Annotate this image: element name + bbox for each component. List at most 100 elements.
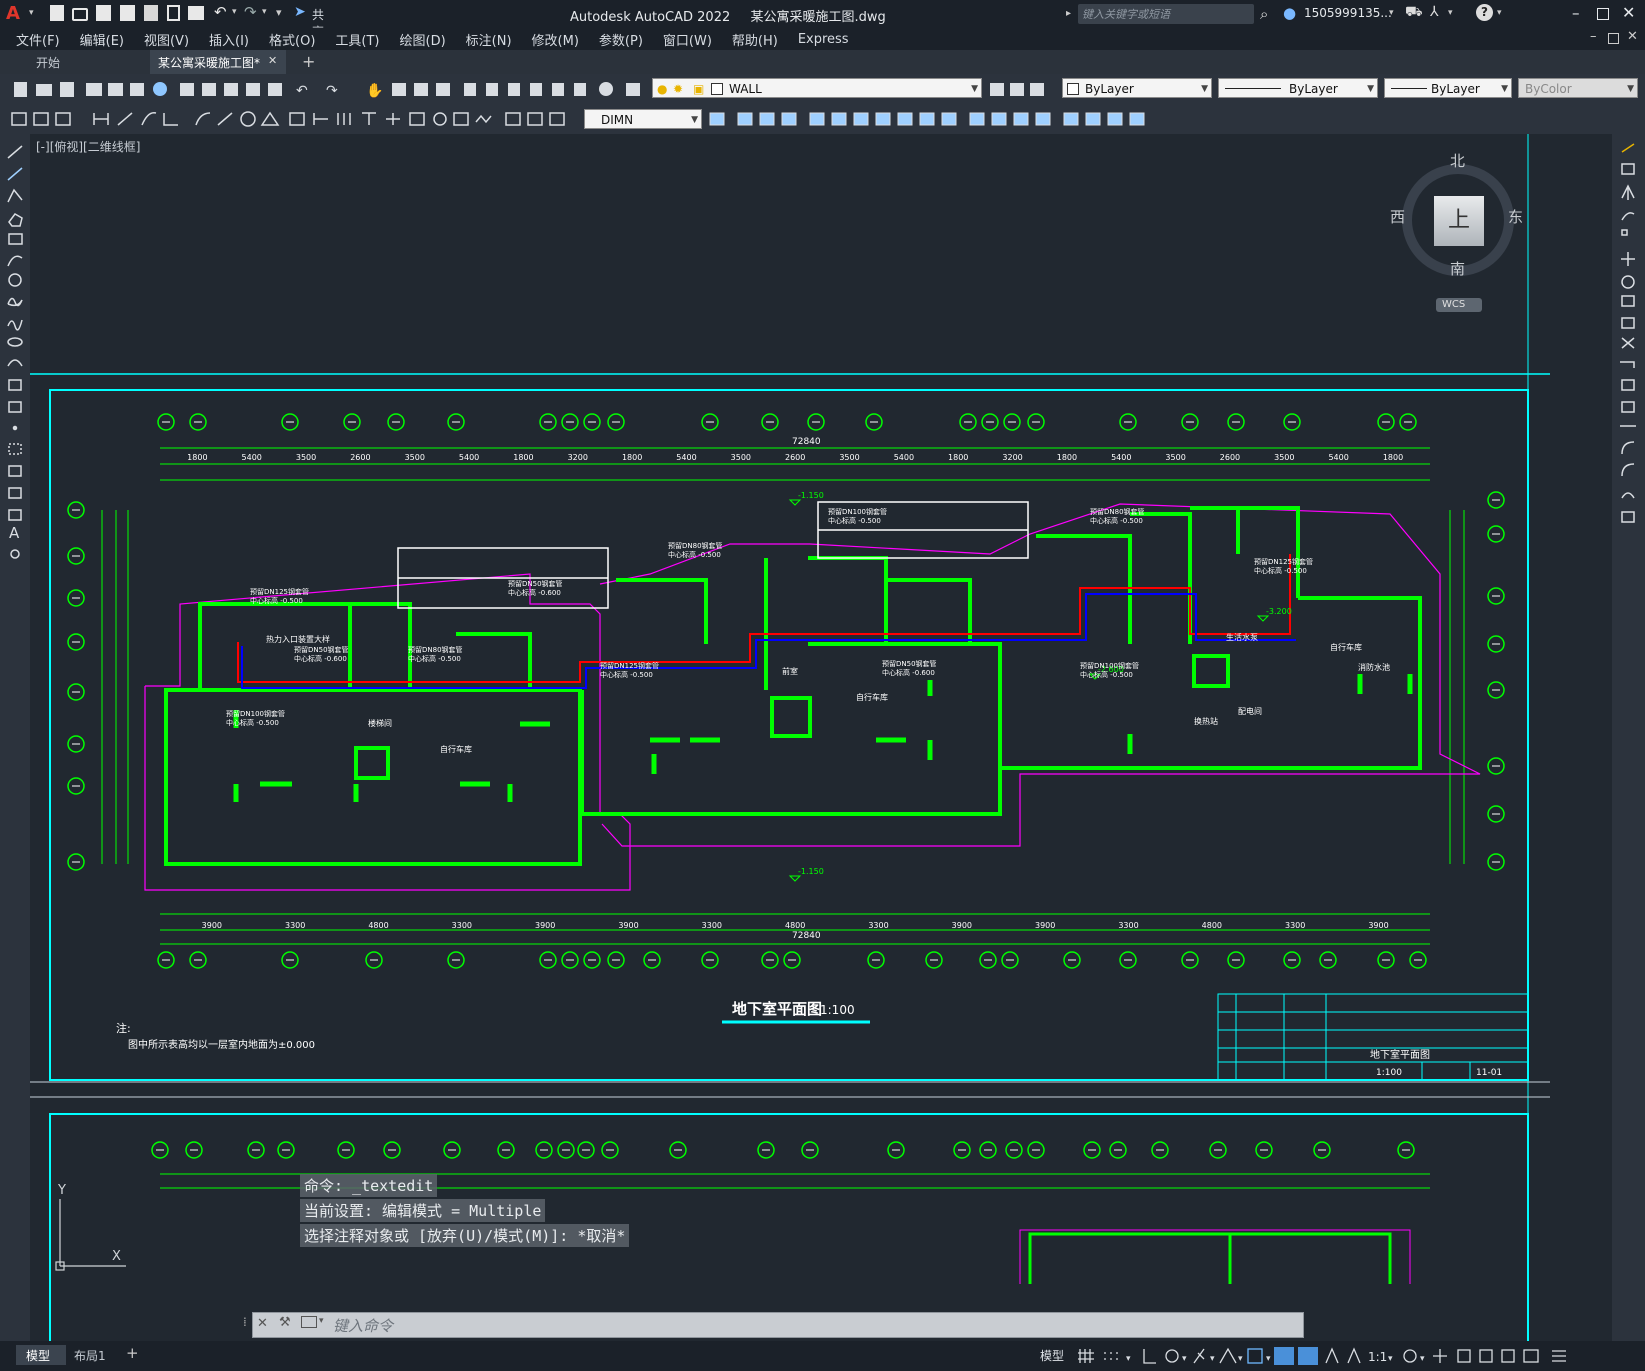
autocad-logo[interactable]: A [6,3,30,25]
zoom-window-icon[interactable] [414,83,428,96]
undo-icon[interactable]: ↶ [214,3,227,21]
model-space-button[interactable]: 模型 [1040,1347,1064,1364]
gradient-icon[interactable] [8,465,22,477]
tb2-tool-i-icon[interactable] [919,112,935,126]
osnap-dropdown-icon[interactable]: ▾ [1266,1354,1271,1364]
tb2-tool-n-icon[interactable] [1035,112,1051,126]
quickcalc-icon[interactable] [574,83,586,96]
fillet-icon[interactable] [1621,463,1635,477]
open-icon[interactable] [72,8,88,21]
tolerance-icon[interactable] [409,112,425,126]
globe-icon[interactable] [153,82,167,96]
ellipse-icon[interactable] [7,337,23,347]
tb2-tool-o-icon[interactable] [1063,112,1079,126]
save-as-icon[interactable] [120,5,135,21]
annotation-monitor-icon[interactable] [1433,1349,1447,1363]
quick-properties-icon[interactable] [1479,1349,1493,1363]
menu-file[interactable]: 文件(F) [0,30,70,49]
break-at-point-icon[interactable] [1621,379,1635,391]
menu-insert[interactable]: 插入(I) [199,30,259,49]
drawing-canvas[interactable]: [-][俯视][二维线框] 北 南 西 东 上 WCS 1800 5400 35… [30,134,1612,1341]
circle-icon[interactable] [8,273,22,287]
baseline-dim-icon[interactable] [313,113,328,125]
linetype-dropdown[interactable]: ByLayer ▼ [1218,78,1378,98]
search-input[interactable]: 键入关键字或短语 [1078,4,1254,24]
menu-edit[interactable]: 编辑(E) [70,30,134,49]
paste-icon[interactable] [224,83,238,96]
new-icon[interactable] [50,5,64,21]
zoom-previous-icon[interactable] [436,83,450,96]
revcloud-icon[interactable] [7,297,23,307]
trim-icon[interactable] [1621,337,1635,349]
rectangle-icon[interactable] [8,233,23,245]
space-dim-icon[interactable] [362,112,376,125]
cart-icon[interactable]: ⛟ [1405,4,1423,22]
user-icon[interactable]: ● [1283,4,1299,22]
tb2-tool-a-icon[interactable] [737,112,753,126]
menu-tools[interactable]: 工具(T) [325,30,389,49]
arc-icon[interactable] [7,255,23,267]
tb2-tool-q-icon[interactable] [1107,112,1123,126]
tb2-tool-e-icon[interactable] [831,112,847,126]
make-current-icon[interactable] [990,83,1004,96]
scale-icon[interactable] [1621,295,1635,307]
erase-icon[interactable] [1621,143,1635,153]
web-mobile-icon[interactable] [167,5,180,21]
customization-icon[interactable] [1552,1350,1566,1362]
region-icon[interactable] [8,487,22,499]
doc-minimize-icon[interactable]: – [1590,29,1597,44]
menu-help[interactable]: 帮助(H) [722,30,788,49]
command-customize-icon[interactable]: ⚒ [279,1315,291,1330]
save-icon[interactable] [96,5,111,21]
polyline-icon[interactable] [7,188,23,203]
aligned-dim-icon[interactable] [117,112,133,126]
menu-dimension[interactable]: 标注(N) [456,30,522,49]
tb2-tool-j-icon[interactable] [941,112,957,126]
tool-palettes-icon[interactable] [508,83,520,96]
markup-icon[interactable] [552,83,564,96]
menu-draw[interactable]: 绘图(D) [390,30,456,49]
annotation-scale[interactable]: 1:1 [1368,1350,1387,1364]
auto-scale-icon[interactable] [1347,1347,1361,1364]
qnew-icon[interactable] [14,82,27,97]
dimstyle-dropdown[interactable]: DIMN ▼ [584,109,702,129]
block-editor-icon[interactable] [268,83,282,96]
annotation-visibility-icon[interactable] [1325,1347,1339,1364]
isodraft-icon[interactable] [1193,1348,1205,1364]
otrack-dropdown-icon[interactable]: ▾ [1238,1354,1243,1364]
layer-properties-icon[interactable] [626,83,640,96]
new-tab-button[interactable]: + [302,52,315,71]
polar-dropdown-icon[interactable]: ▾ [1182,1354,1187,1364]
copy-object-icon[interactable] [1621,163,1635,175]
jogged-linear-icon[interactable] [475,114,492,124]
help-dropdown-icon[interactable]: ▾ [1497,8,1502,18]
add-layout-button[interactable]: + [126,1344,139,1362]
ellipse-arc-icon[interactable] [7,359,23,367]
linear-dim-icon[interactable] [93,113,109,125]
share-icon[interactable]: ➤ [294,4,306,20]
diameter-dim-icon[interactable] [240,111,256,127]
matchprop-icon[interactable] [246,83,260,96]
offset-icon[interactable] [1621,212,1635,221]
tab-close-icon[interactable]: ✕ [268,54,277,67]
open-file-icon[interactable] [36,84,52,96]
ortho-icon[interactable] [1143,1349,1156,1364]
tb2-tool-3-icon[interactable] [55,112,71,126]
spline-icon[interactable] [7,319,23,331]
menu-modify[interactable]: 修改(M) [522,30,589,49]
explode-icon[interactable] [1621,511,1635,523]
tb2-tool-p-icon[interactable] [1085,112,1101,126]
ordinate-dim-icon[interactable] [163,113,178,126]
layer-freeze-icon[interactable]: ✹ [673,79,683,99]
help-tb-icon[interactable] [599,82,613,96]
array-icon[interactable] [1621,229,1628,236]
xline-icon[interactable] [7,167,23,181]
tb2-tool-2-icon[interactable] [33,112,49,126]
mirror-icon[interactable] [1621,184,1635,200]
command-grip-icon[interactable]: ⁞ [243,1315,247,1329]
layer-dropdown-arrow[interactable]: ▼ [971,79,978,99]
command-close-icon[interactable]: ✕ [257,1316,268,1331]
center-mark-icon[interactable] [433,112,447,126]
menu-view[interactable]: 视图(V) [134,30,199,49]
lineweight-dropdown-arrow[interactable]: ▼ [1501,79,1508,99]
